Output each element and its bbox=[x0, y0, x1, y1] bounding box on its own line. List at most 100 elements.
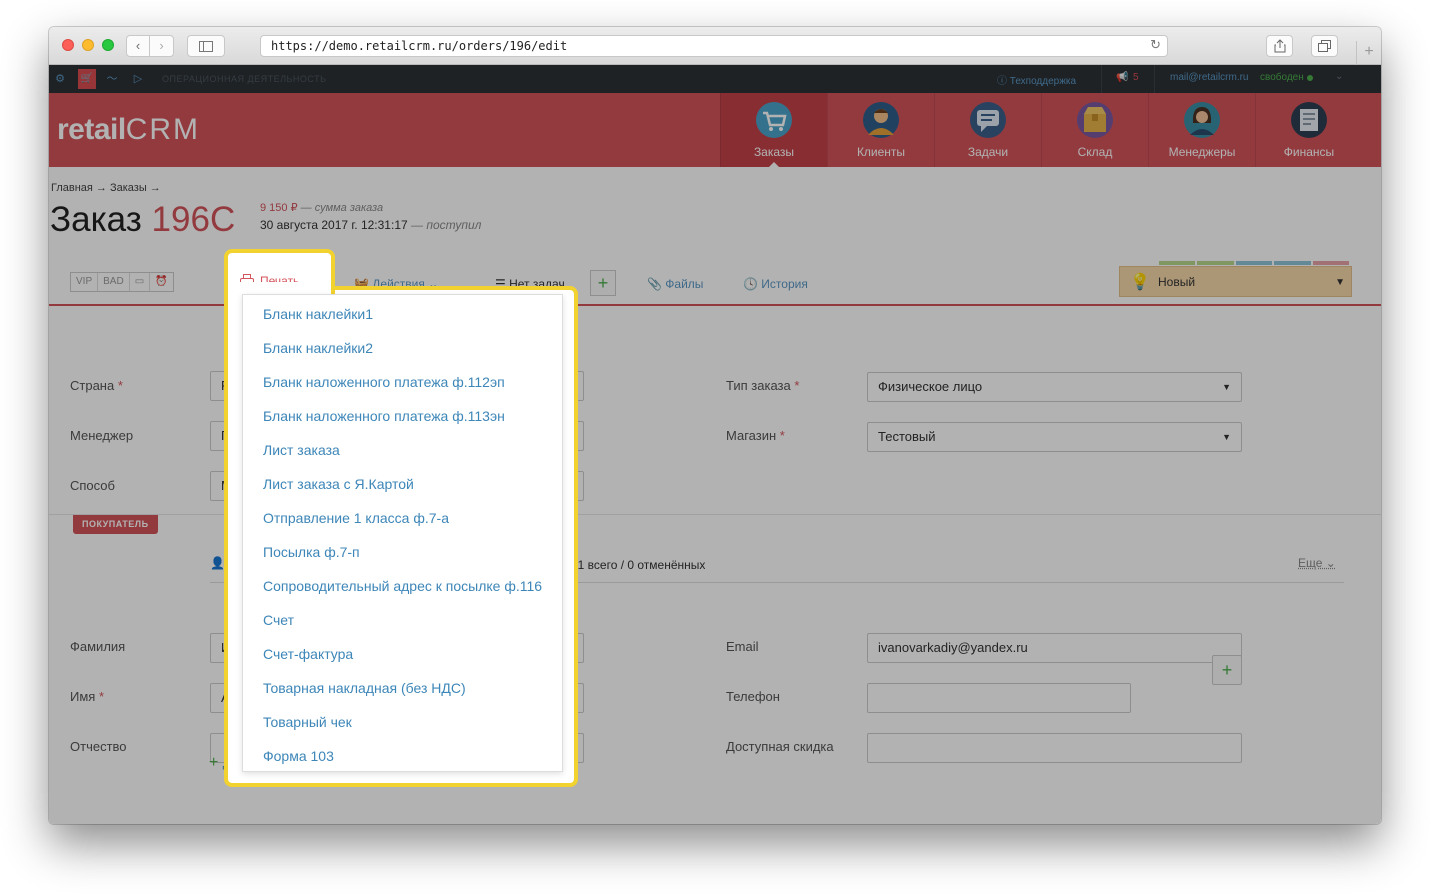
sum-note: — сумма заказа bbox=[300, 202, 384, 214]
print-item-invoice[interactable]: Счет bbox=[243, 603, 562, 637]
tag-bad[interactable]: BAD bbox=[98, 273, 130, 291]
add-more-button[interactable]: + Доп bbox=[209, 754, 244, 772]
calendar-icon[interactable]: ▭ bbox=[130, 273, 151, 291]
add-phone-button[interactable]: + bbox=[1212, 655, 1242, 685]
files-button[interactable]: 📎 Файлы bbox=[647, 277, 703, 291]
dropdown-arrow-icon: ▼ bbox=[564, 481, 573, 491]
retailcrm-logo[interactable]: retailCRM bbox=[57, 113, 200, 147]
user-status[interactable]: свободен bbox=[1260, 72, 1304, 83]
print-item-sales-receipt[interactable]: Товарный чек bbox=[243, 705, 562, 739]
forward-button[interactable]: › bbox=[150, 35, 174, 57]
print-item-sticker-1[interactable]: Бланк наклейки1 bbox=[243, 297, 562, 331]
shop-label: Магазин * bbox=[726, 428, 785, 443]
nav-item-clients[interactable]: Клиенты bbox=[827, 93, 934, 167]
status-bar bbox=[1159, 261, 1196, 265]
field-value: Тестовый bbox=[878, 429, 936, 444]
sidebar-toggle-button[interactable] bbox=[187, 35, 225, 57]
field-value: Рос bbox=[221, 378, 243, 393]
alarm-icon[interactable]: ⏰ bbox=[150, 273, 172, 291]
more-link[interactable]: Еще ⌄ bbox=[1298, 556, 1336, 570]
nav-label: Заказы bbox=[753, 145, 795, 159]
phone-input[interactable] bbox=[867, 683, 1131, 713]
paperclip-icon: 📎 bbox=[647, 277, 662, 291]
nav-item-finance[interactable]: Финансы bbox=[1255, 93, 1362, 167]
order-sum: 9 150 ₽ — сумма заказа bbox=[260, 201, 383, 214]
chevron-down-icon[interactable]: ⌄ bbox=[1335, 71, 1343, 82]
nav-label: Клиенты bbox=[856, 145, 906, 159]
patronymic-label: Отчество bbox=[70, 739, 127, 754]
close-window-button[interactable] bbox=[62, 39, 74, 51]
lightbulb-icon: 💡 bbox=[1130, 274, 1150, 291]
print-item-first-class-7a[interactable]: Отправление 1 класса ф.7-а bbox=[243, 501, 562, 535]
minimize-window-button[interactable] bbox=[82, 39, 94, 51]
label-text: Имя bbox=[70, 689, 96, 704]
history-button[interactable]: 🕓 История bbox=[743, 277, 808, 291]
user-email[interactable]: mail@retailcrm.ru bbox=[1170, 72, 1249, 83]
tabs-overview-button[interactable] bbox=[1311, 35, 1338, 57]
sidebar-icon bbox=[199, 41, 213, 52]
field-value: Ива bbox=[221, 640, 245, 655]
app-top-strip: ⚙ 🛒 〜 ▷ Операционная деятельность ⓘ Техп… bbox=[49, 65, 1381, 93]
nav-item-warehouse[interactable]: Склад bbox=[1041, 93, 1148, 167]
label-text: Тип заказа bbox=[726, 378, 791, 393]
nav-item-managers[interactable]: Менеджеры bbox=[1148, 93, 1255, 167]
actions-button[interactable]: 🧺 Действия ⌄ bbox=[354, 277, 438, 291]
nav-label: Задачи bbox=[967, 145, 1009, 159]
url-bar[interactable]: https://demo.retailcrm.ru/orders/196/edi… bbox=[260, 35, 1168, 57]
share-button[interactable] bbox=[1266, 35, 1293, 57]
divider bbox=[1101, 65, 1102, 93]
back-button[interactable]: ‹ bbox=[126, 35, 150, 57]
print-item-form-103[interactable]: Форма 103 bbox=[243, 739, 562, 773]
print-item-waybill-no-vat[interactable]: Товарная накладная (без НДС) bbox=[243, 671, 562, 705]
print-item-sticker-2[interactable]: Бланк наклейки2 bbox=[243, 331, 562, 365]
megaphone-icon[interactable]: 📢 bbox=[1116, 72, 1128, 83]
shop-select[interactable]: Тестовый ▼ bbox=[867, 422, 1242, 452]
print-item-order-sheet[interactable]: Лист заказа bbox=[243, 433, 562, 467]
print-item-tax-invoice[interactable]: Счет-фактура bbox=[243, 637, 562, 671]
support-label: Техподдержка bbox=[1009, 76, 1077, 87]
nav-item-orders[interactable]: Заказы bbox=[720, 93, 827, 167]
nav-label: Склад bbox=[1077, 145, 1113, 159]
notification-count[interactable]: 5 bbox=[1133, 72, 1139, 83]
section-title: Операционная деятельность bbox=[162, 74, 327, 84]
actions-label: Действия bbox=[372, 277, 425, 291]
breadcrumb[interactable]: Главная → Заказы → bbox=[51, 182, 161, 194]
order-date: 30 августа 2017 г. 12:31:17 — поступил bbox=[260, 218, 481, 232]
email-input[interactable]: ivanovarkadiy@yandex.ru bbox=[867, 633, 1242, 663]
share-icon bbox=[1274, 39, 1285, 53]
managers-person-icon bbox=[1184, 102, 1220, 138]
nav-item-tasks[interactable]: Задачи bbox=[934, 93, 1041, 167]
tag-vip[interactable]: VIP bbox=[71, 273, 99, 291]
order-type-select[interactable]: Физическое лицо ▼ bbox=[867, 372, 1242, 402]
tasks-button[interactable]: ☰ Нет задач bbox=[495, 277, 565, 291]
browser-titlebar: ‹ › https://demo.retailcrm.ru/orders/196… bbox=[49, 27, 1381, 65]
new-tab-button[interactable]: + bbox=[1356, 41, 1381, 65]
dropdown-arrow-icon: ▼ bbox=[564, 431, 573, 441]
chevron-left-icon: ‹ bbox=[135, 38, 141, 53]
support-link[interactable]: ⓘ Техподдержка bbox=[997, 72, 1076, 87]
order-status-select[interactable]: 💡 Новый ▼ bbox=[1119, 266, 1352, 297]
discount-label: Доступная скидка bbox=[726, 739, 834, 754]
print-item-parcel-7p[interactable]: Посылка ф.7-п bbox=[243, 535, 562, 569]
print-button[interactable]: Печать bbox=[237, 277, 276, 291]
print-item-cod-112ep[interactable]: Бланк наложенного платежа ф.112эп bbox=[243, 365, 562, 399]
firstname-label: Имя * bbox=[70, 689, 105, 704]
print-item-address-116[interactable]: Сопроводительный адрес к посылке ф.116 bbox=[243, 569, 562, 603]
discount-input[interactable] bbox=[867, 733, 1242, 763]
add-task-button[interactable]: + bbox=[590, 270, 616, 296]
buyer-section-tag: ПОКУПАТЕЛЬ bbox=[73, 515, 158, 534]
date-note: — поступил bbox=[411, 218, 482, 232]
reload-icon[interactable]: ↻ bbox=[1150, 36, 1161, 56]
print-item-order-sheet-map[interactable]: Лист заказа с Я.Картой bbox=[243, 467, 562, 501]
method-label: Способ bbox=[70, 478, 115, 493]
gear-icon[interactable]: ⚙ bbox=[53, 72, 67, 86]
clients-person-icon bbox=[863, 102, 899, 138]
main-nav: Заказы Клиенты Задачи Склад Менеджеры Фи… bbox=[720, 93, 1362, 167]
phone-label: Телефон bbox=[726, 689, 780, 704]
print-item-cod-113en[interactable]: Бланк наложенного платежа ф.113эн bbox=[243, 399, 562, 433]
cart-icon[interactable]: 🛒 bbox=[78, 69, 96, 89]
country-label: Страна * bbox=[70, 378, 123, 393]
play-icon[interactable]: ▷ bbox=[131, 72, 145, 86]
analytics-icon[interactable]: 〜 bbox=[105, 72, 119, 86]
maximize-window-button[interactable] bbox=[102, 39, 114, 51]
